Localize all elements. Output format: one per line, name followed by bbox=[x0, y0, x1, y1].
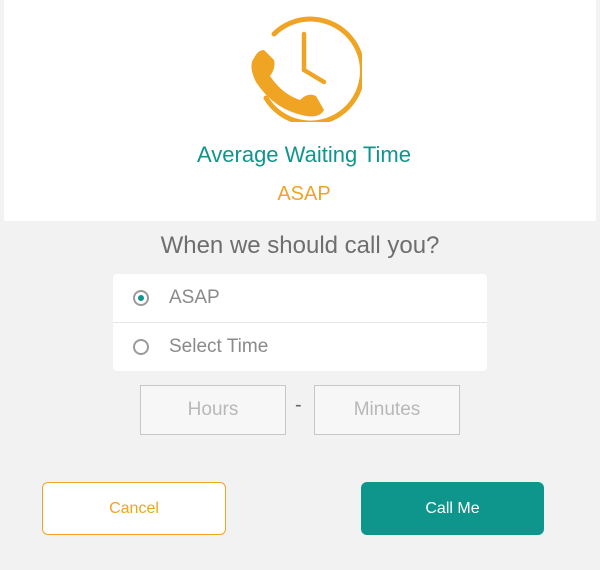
call-question: When we should call you? bbox=[160, 232, 440, 259]
option-select-time-label: Select Time bbox=[169, 336, 269, 357]
option-select-time[interactable]: Select Time bbox=[113, 323, 487, 371]
asap-radio[interactable] bbox=[133, 290, 149, 306]
option-asap-label: ASAP bbox=[169, 287, 220, 308]
option-asap[interactable]: ASAP bbox=[113, 274, 487, 323]
minutes-input[interactable] bbox=[314, 385, 460, 435]
time-separator: - bbox=[295, 394, 302, 416]
clock-phone-icon bbox=[251, 16, 362, 122]
hours-input[interactable] bbox=[140, 385, 286, 435]
call-time-options: ASAP Select Time bbox=[113, 274, 487, 371]
wait-title: Average Waiting Time bbox=[197, 142, 411, 167]
wait-value: ASAP bbox=[277, 183, 331, 205]
cancel-button[interactable]: Cancel bbox=[42, 482, 226, 535]
select-time-radio[interactable] bbox=[133, 339, 149, 355]
call-me-button[interactable]: Call Me bbox=[361, 482, 544, 535]
